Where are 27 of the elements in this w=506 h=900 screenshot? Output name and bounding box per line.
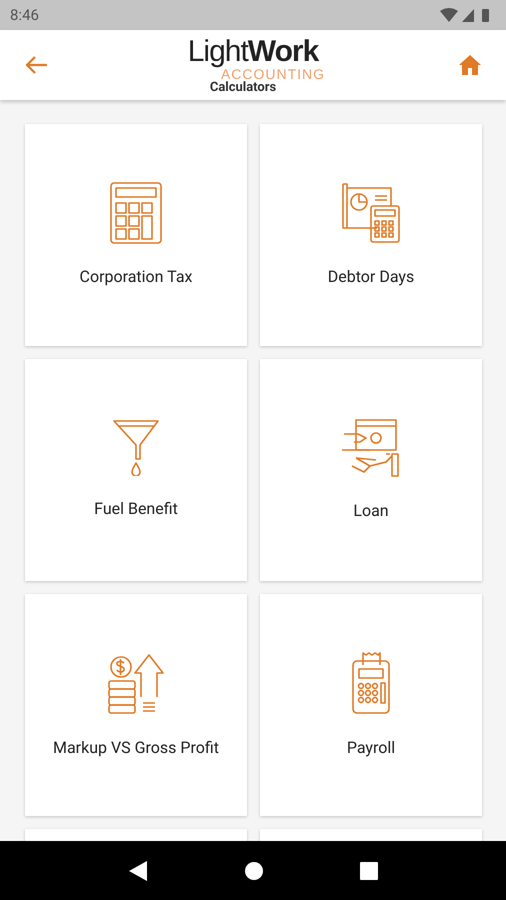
card-label: Markup VS Gross Profit [53,737,219,759]
calculator-card[interactable]: Fuel Benefit [25,359,247,581]
card-label: Debtor Days [328,266,414,288]
card-label: Fuel Benefit [94,498,178,520]
calculator-card[interactable]: Debtor Days [260,124,482,346]
back-arrow-icon [24,55,48,75]
page-title: Calculators [210,80,276,94]
back-icon[interactable] [128,860,148,882]
logo-subtitle: ACCOUNTING [220,66,326,80]
hand-money-icon [340,418,402,478]
funnel-icon [113,420,159,476]
home-icon [459,55,481,75]
recents-icon[interactable] [360,862,378,880]
calculator-icon [110,182,162,244]
home-circle-icon[interactable] [244,860,264,880]
card-label: Loan [353,500,389,522]
status-time: 8:46 [10,4,39,26]
calculator-card[interactable]: Payroll [260,594,482,816]
card-label: Payroll [346,737,396,759]
coins-arrow-icon [107,651,165,715]
app-logo: LightWork [188,36,318,66]
calculator-card[interactable]: Markup VS Gross Profit [25,594,247,816]
calculator-card[interactable]: Corporation Tax [25,124,247,346]
card-label: Corporation Tax [80,266,192,288]
calculator-chart-icon [339,182,403,244]
calculator-card[interactable]: Loan [260,359,482,581]
card-terminal-icon [351,651,391,715]
